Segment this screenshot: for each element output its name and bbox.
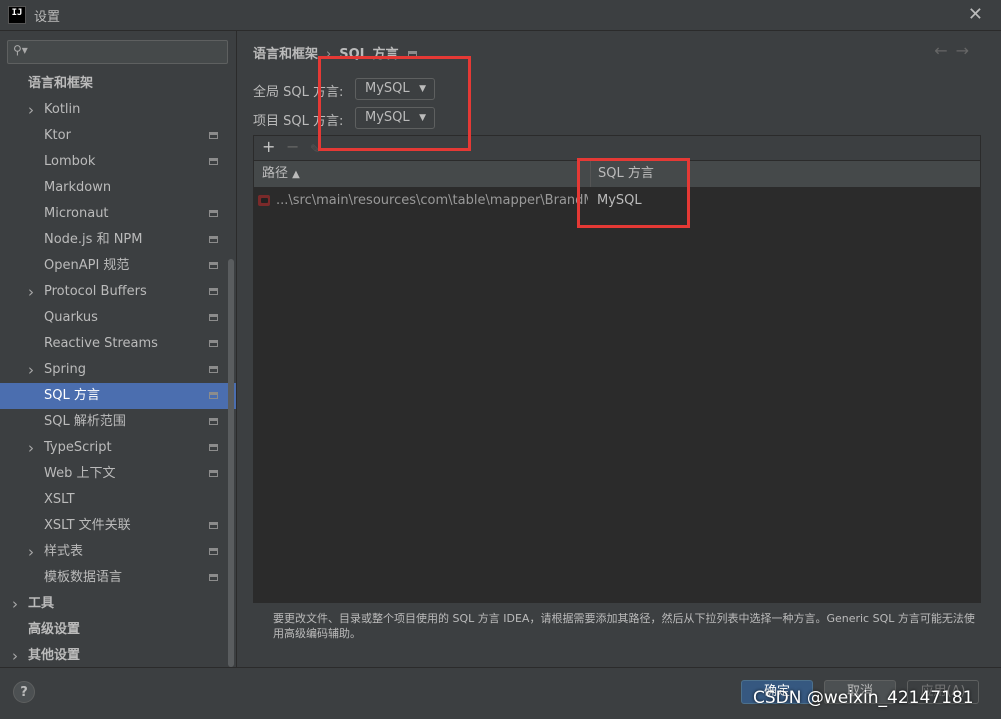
project-scope-icon — [209, 314, 218, 321]
project-scope-icon — [209, 288, 218, 295]
project-scope-icon — [209, 340, 218, 347]
project-scope-icon — [209, 392, 218, 399]
project-scope-icon — [209, 210, 218, 217]
forward-arrow-icon[interactable]: → — [956, 41, 977, 60]
chevron-right-icon[interactable]: › — [28, 279, 34, 305]
project-scope-icon — [209, 418, 218, 425]
project-scope-icon — [209, 444, 218, 451]
settings-search-input[interactable]: ⚲▾ — [7, 40, 228, 64]
back-arrow-icon[interactable]: ← — [934, 41, 955, 60]
row-path: ...\src\main\resources\com\table\mapper\… — [276, 193, 588, 208]
sidebar-item[interactable]: › TypeScript — [0, 435, 236, 461]
sidebar-item[interactable]: Micronaut — [0, 201, 236, 227]
table-body: ...\src\main\resources\com\table\mapper\… — [254, 188, 980, 602]
sidebar-item-label: 模板数据语言 — [44, 570, 123, 585]
sidebar-item-label: Kotlin — [44, 102, 81, 117]
chevron-right-icon[interactable]: › — [28, 435, 34, 461]
sidebar-item-label: 高级设置 — [28, 622, 81, 637]
sidebar-item[interactable]: OpenAPI 规范 — [0, 253, 236, 279]
sidebar-item-label: XSLT 文件关联 — [44, 518, 131, 533]
chevron-right-icon[interactable]: › — [12, 643, 18, 669]
sidebar-item-label: Quarkus — [44, 310, 98, 325]
sidebar-item-label: 语言和框架 — [28, 76, 94, 91]
sidebar-item[interactable]: › Kotlin — [0, 97, 236, 123]
sidebar-item[interactable]: › 工具 — [0, 591, 236, 617]
project-scope-icon — [209, 262, 218, 269]
project-scope-icon — [209, 574, 218, 581]
sidebar-item[interactable]: XSLT 文件关联 — [0, 513, 236, 539]
sidebar-item[interactable]: XSLT — [0, 487, 236, 513]
sidebar-item[interactable]: Web 上下文 — [0, 461, 236, 487]
annotation-box-dropdowns — [318, 56, 471, 151]
project-scope-icon — [209, 158, 218, 165]
sidebar-item[interactable]: SQL 方言 — [0, 383, 236, 409]
column-header-path[interactable]: 路径 ▲ — [262, 161, 300, 188]
intellij-logo-icon: IJ — [8, 6, 26, 24]
sidebar-item[interactable]: › Protocol Buffers — [0, 279, 236, 305]
xml-file-icon — [258, 195, 270, 206]
sidebar-item[interactable]: › 样式表 — [0, 539, 236, 565]
settings-tree: 语言和框架 › Kotlin Ktor Lombok Markdown Micronaut N… — [0, 71, 236, 669]
sidebar-item[interactable]: SQL 解析范围 — [0, 409, 236, 435]
sidebar-item[interactable]: Markdown — [0, 175, 236, 201]
sidebar-item[interactable]: 语言和框架 — [0, 71, 236, 97]
sidebar-item-label: Reactive Streams — [44, 336, 158, 351]
breadcrumb-parent[interactable]: 语言和框架 — [253, 47, 318, 62]
nav-arrows: ←→ — [934, 41, 977, 60]
sidebar-item-label: Web 上下文 — [44, 466, 116, 481]
sidebar-item-label: OpenAPI 规范 — [44, 258, 130, 273]
project-scope-icon — [209, 548, 218, 555]
sidebar-item-label: Markdown — [44, 180, 112, 195]
sidebar-item-label: XSLT — [44, 492, 75, 507]
sidebar-item-label: Spring — [44, 362, 86, 377]
sidebar-item-label: Ktor — [44, 128, 71, 143]
sidebar-item-label: SQL 方言 — [44, 388, 100, 403]
sidebar-item[interactable]: › Spring — [0, 357, 236, 383]
sidebar-item-label: Micronaut — [44, 206, 109, 221]
sidebar-item-label: Node.js 和 NPM — [44, 232, 143, 247]
watermark: CSDN @weixin_42147181 — [753, 688, 974, 708]
sidebar-item[interactable]: Node.js 和 NPM — [0, 227, 236, 253]
sidebar-item-label: TypeScript — [44, 440, 112, 455]
sidebar-item-label: SQL 解析范围 — [44, 414, 126, 429]
close-icon[interactable]: ✕ — [968, 4, 983, 25]
sidebar-item-label: 其他设置 — [28, 648, 81, 663]
settings-sidebar: ⚲▾ 语言和框架 › Kotlin Ktor Lombok Markdown Microna… — [0, 31, 236, 667]
chevron-right-icon[interactable]: › — [28, 539, 34, 565]
sidebar-item-label: Lombok — [44, 154, 96, 169]
sidebar-item-label: Protocol Buffers — [44, 284, 147, 299]
project-scope-icon — [209, 522, 218, 529]
sidebar-item[interactable]: Reactive Streams — [0, 331, 236, 357]
window-title: 设置 — [34, 9, 61, 25]
project-scope-icon — [209, 236, 218, 243]
sidebar-item[interactable]: Ktor — [0, 123, 236, 149]
annotation-box-dialect-column — [577, 158, 690, 228]
search-icon: ⚲▾ — [13, 43, 28, 57]
chevron-right-icon[interactable]: › — [28, 357, 34, 383]
project-scope-icon — [209, 132, 218, 139]
add-icon[interactable]: + — [262, 138, 275, 156]
project-scope-icon — [209, 366, 218, 373]
sidebar-item[interactable]: Lombok — [0, 149, 236, 175]
sidebar-item[interactable]: Quarkus — [0, 305, 236, 331]
title-bar: IJ 设置 ✕ — [0, 0, 1001, 31]
sidebar-item[interactable]: › 其他设置 — [0, 643, 236, 669]
sidebar-scrollbar[interactable] — [228, 259, 234, 667]
help-button[interactable]: ? — [13, 681, 35, 703]
remove-icon[interactable]: − — [286, 138, 299, 156]
sort-ascending-icon: ▲ — [292, 169, 300, 180]
chevron-right-icon[interactable]: › — [12, 591, 18, 617]
sidebar-item[interactable]: 模板数据语言 — [0, 565, 236, 591]
sidebar-item-label: 工具 — [28, 596, 55, 611]
sidebar-item[interactable]: 高级设置 — [0, 617, 236, 643]
help-text: 要更改文件、目录或整个项目使用的 SQL 方言 IDEA，请根据需要添加其路径，… — [273, 612, 975, 640]
sidebar-item-label: 样式表 — [44, 544, 84, 559]
project-scope-icon — [209, 470, 218, 477]
chevron-right-icon[interactable]: › — [28, 97, 34, 123]
